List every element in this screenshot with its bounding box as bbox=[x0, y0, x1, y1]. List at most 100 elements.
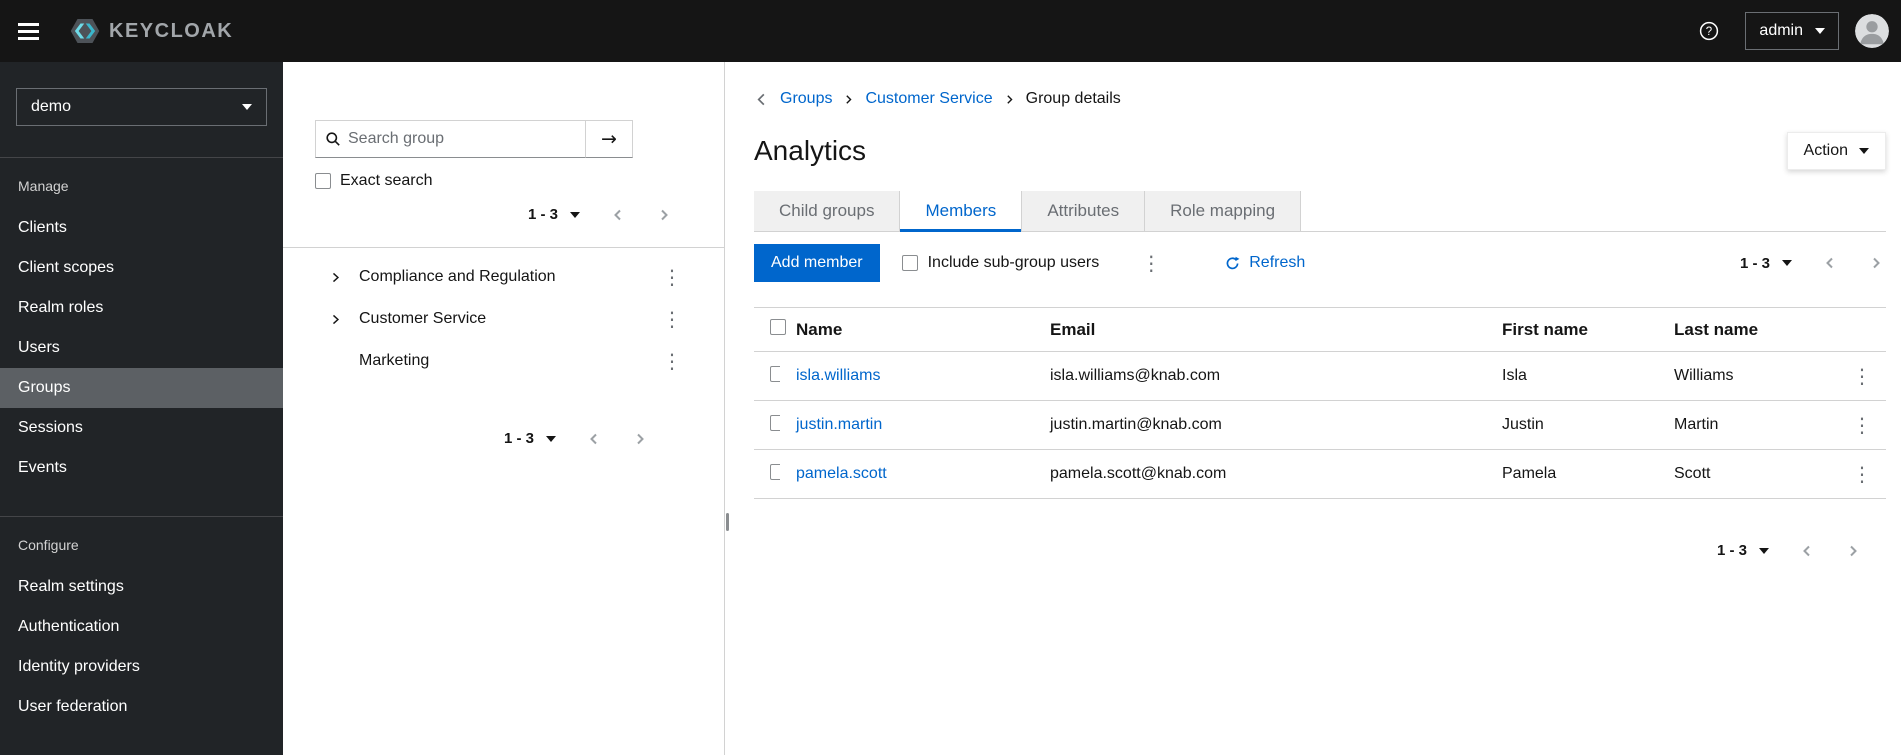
breadcrumb-customer-service-link[interactable]: Customer Service bbox=[865, 90, 992, 108]
breadcrumb-groups-link[interactable]: Groups bbox=[780, 90, 832, 108]
row-checkbox[interactable] bbox=[770, 414, 780, 431]
caret-down-icon bbox=[1815, 28, 1825, 34]
groups-tree-panel: → Exact search 1 - 3 bbox=[283, 62, 725, 755]
include-subgroups-checkbox[interactable] bbox=[901, 255, 918, 271]
tab-members[interactable]: Members bbox=[900, 191, 1023, 232]
pagination-prev-button[interactable] bbox=[1797, 541, 1817, 561]
caret-down-icon bbox=[1782, 260, 1792, 266]
nav-section-title: Configure bbox=[18, 537, 79, 553]
page-title: Analytics bbox=[754, 135, 867, 166]
keycloak-logo[interactable]: KEYCLOAK bbox=[70, 16, 233, 46]
sidebar: demo Manage Clients Client scopes Realm … bbox=[0, 62, 283, 755]
sidebar-item-sessions[interactable]: Sessions bbox=[0, 408, 283, 448]
member-name-link[interactable]: pamela.scott bbox=[796, 465, 887, 482]
row-kebab-menu-icon[interactable]: ⋮ bbox=[1848, 462, 1876, 486]
sidebar-item-groups[interactable]: Groups bbox=[0, 368, 283, 408]
toolbar-kebab-menu-icon[interactable]: ⋮ bbox=[1137, 251, 1165, 275]
tree-item-compliance-and-regulation: Compliance and Regulation ⋮ bbox=[283, 256, 724, 298]
sidebar-item-authentication[interactable]: Authentication bbox=[0, 607, 283, 647]
sidebar-item-realm-settings[interactable]: Realm settings bbox=[0, 567, 283, 607]
tab-role-mapping[interactable]: Role mapping bbox=[1145, 191, 1302, 231]
panel-resize-divider[interactable] bbox=[725, 62, 730, 755]
nav-section-title: Manage bbox=[18, 178, 69, 194]
search-group-input[interactable] bbox=[348, 130, 576, 148]
member-last-name: Williams bbox=[1658, 351, 1832, 401]
tab-child-groups[interactable]: Child groups bbox=[754, 191, 901, 231]
pagination-menu-toggle[interactable]: 1 - 3 bbox=[1713, 538, 1773, 563]
pagination-menu-toggle[interactable]: 1 - 3 bbox=[524, 202, 584, 227]
search-icon bbox=[325, 131, 341, 147]
select-all-checkbox[interactable] bbox=[770, 319, 786, 335]
pagination-prev-button[interactable] bbox=[584, 429, 604, 449]
breadcrumb: Groups Customer Service Group details bbox=[754, 90, 1886, 108]
sidebar-item-identity-providers[interactable]: Identity providers bbox=[0, 647, 283, 687]
caret-down-icon bbox=[570, 211, 580, 218]
members-toolbar: Add member Include sub-group users ⋮ Ref… bbox=[754, 241, 1886, 285]
member-first-name: Pamela bbox=[1486, 449, 1658, 499]
sidebar-item-user-federation[interactable]: User federation bbox=[0, 687, 283, 727]
member-first-name: Isla bbox=[1486, 351, 1658, 401]
column-header-first-name: First name bbox=[1486, 307, 1658, 352]
pagination-next-button[interactable] bbox=[654, 205, 674, 225]
back-chevron-icon[interactable] bbox=[754, 92, 769, 107]
pagination-menu-toggle[interactable]: 1 - 3 bbox=[1736, 251, 1796, 276]
members-table: Name Email First name Last name isla.wil… bbox=[754, 307, 1886, 499]
member-last-name: Scott bbox=[1658, 449, 1832, 499]
sidebar-item-realm-roles[interactable]: Realm roles bbox=[0, 288, 283, 328]
sidebar-item-users[interactable]: Users bbox=[0, 328, 283, 368]
member-last-name: Martin bbox=[1658, 400, 1832, 450]
expand-chevron-icon[interactable] bbox=[325, 313, 345, 326]
kebab-menu-icon[interactable]: ⋮ bbox=[658, 349, 686, 373]
resize-handle[interactable] bbox=[726, 513, 729, 531]
row-kebab-menu-icon[interactable]: ⋮ bbox=[1848, 413, 1876, 437]
pagination-next-button[interactable] bbox=[630, 429, 650, 449]
tab-attributes[interactable]: Attributes bbox=[1022, 191, 1146, 231]
search-submit-arrow-button[interactable]: → bbox=[586, 120, 633, 158]
row-kebab-menu-icon[interactable]: ⋮ bbox=[1848, 364, 1876, 388]
tree-item-label[interactable]: Marketing bbox=[359, 352, 658, 370]
tree-item-label[interactable]: Customer Service bbox=[359, 310, 658, 328]
groups-pagination-top: 1 - 3 bbox=[283, 202, 674, 227]
pagination-menu-toggle[interactable]: 1 - 3 bbox=[500, 426, 560, 451]
add-member-button[interactable]: Add member bbox=[754, 244, 880, 282]
pagination-range: 1 - 3 bbox=[1739, 254, 1770, 272]
members-pagination-top: 1 - 3 bbox=[1736, 251, 1886, 276]
help-icon[interactable]: ? bbox=[1699, 21, 1719, 41]
expand-chevron-icon[interactable] bbox=[325, 271, 345, 284]
nav-section-configure: Configure Realm settings Authentication … bbox=[0, 516, 283, 727]
row-checkbox[interactable] bbox=[770, 365, 780, 382]
sidebar-item-client-scopes[interactable]: Client scopes bbox=[0, 248, 283, 288]
kebab-menu-icon[interactable]: ⋮ bbox=[658, 307, 686, 331]
pagination-prev-button[interactable] bbox=[608, 205, 628, 225]
avatar[interactable] bbox=[1855, 14, 1889, 48]
member-name-link[interactable]: justin.martin bbox=[796, 416, 882, 433]
groups-tree: Compliance and Regulation ⋮ Customer Ser… bbox=[283, 256, 724, 382]
pagination-next-button[interactable] bbox=[1843, 541, 1863, 561]
exact-search-checkbox[interactable] bbox=[315, 173, 331, 189]
pagination-next-button[interactable] bbox=[1866, 253, 1886, 273]
groups-pagination-bottom: 1 - 3 bbox=[283, 426, 650, 451]
svg-text:?: ? bbox=[1706, 26, 1712, 38]
member-name-link[interactable]: isla.williams bbox=[796, 367, 880, 384]
realm-selector-dropdown[interactable]: demo bbox=[16, 88, 267, 126]
row-checkbox[interactable] bbox=[770, 463, 780, 480]
sidebar-item-events[interactable]: Events bbox=[0, 448, 283, 488]
action-dropdown-button[interactable]: Action bbox=[1786, 132, 1886, 170]
refresh-button[interactable]: Refresh bbox=[1225, 254, 1305, 272]
table-row: pamela.scott pamela.scott@knab.com Pamel… bbox=[754, 449, 1886, 499]
column-header-email: Email bbox=[1034, 307, 1486, 352]
brand-wordmark: KEYCLOAK bbox=[109, 19, 234, 42]
kebab-menu-icon[interactable]: ⋮ bbox=[658, 265, 686, 289]
sidebar-divider bbox=[0, 157, 283, 158]
tree-item-label[interactable]: Compliance and Regulation bbox=[359, 268, 658, 286]
caret-down-icon bbox=[1859, 148, 1869, 154]
caret-down-icon bbox=[242, 104, 252, 110]
include-subgroups-label: Include sub-group users bbox=[927, 254, 1100, 271]
refresh-label: Refresh bbox=[1249, 254, 1306, 271]
nav-toggle-hamburger-icon[interactable] bbox=[18, 18, 44, 44]
refresh-icon bbox=[1225, 256, 1240, 271]
pagination-prev-button[interactable] bbox=[1820, 253, 1840, 273]
sidebar-item-clients[interactable]: Clients bbox=[0, 208, 283, 248]
keycloak-logo-icon bbox=[70, 16, 100, 46]
user-menu-dropdown[interactable]: admin bbox=[1745, 12, 1839, 50]
